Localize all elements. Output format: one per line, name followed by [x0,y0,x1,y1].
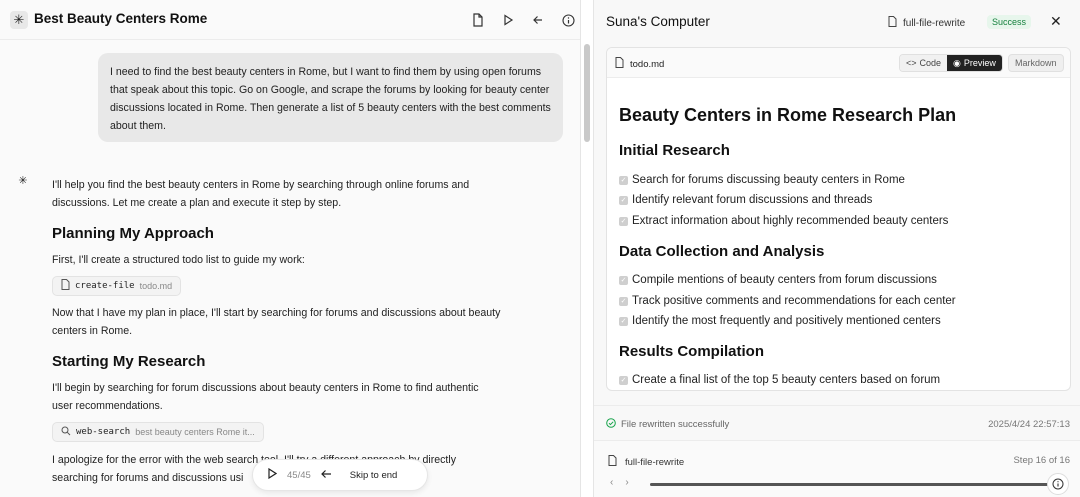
paragraph-after-plan: Now that I have my plan in place, I'll s… [52,307,501,337]
file-preview-card: todo.md <> Code ◉ Preview Markdown Beauty … [606,47,1071,391]
file-icon[interactable] [470,12,486,28]
todo-item: ✓ Create a final list of the top 5 beauty… [619,374,941,386]
info-icon[interactable] [1047,473,1069,495]
chat-pane: ✳ Best Beauty Centers Rome I need to fin… [0,0,581,497]
file-preview-header: todo.md <> Code ◉ Preview Markdown [607,48,1070,78]
checkbox[interactable]: ✓ [619,375,628,385]
todo-item: ✓ Identify the most frequently and positi… [619,315,941,327]
playback-count: 45/45 [287,469,311,481]
code-icon: <> [906,58,917,68]
tool-name: web-search [76,427,131,437]
checkbox[interactable]: ✓ [619,275,628,285]
assistant-intro: I'll help you find the best beauty cente… [52,179,470,209]
checkbox[interactable]: ✓ [619,216,628,226]
status-message: File rewritten successfully [606,418,729,431]
checkbox[interactable]: ✓ [619,175,628,185]
arrow-left-icon[interactable] [320,469,332,482]
tool-name: create-file [75,281,135,291]
current-tool: full-file-rewrite [888,16,965,30]
todo-item: ✓ Compile mentions of beauty centers from… [619,274,937,286]
checkbox[interactable]: ✓ [619,296,628,306]
tool-arg: best beauty centers Rome it... [135,427,255,437]
search-icon [61,426,71,439]
chevron-right-icon[interactable]: › [625,477,628,488]
chevron-left-icon[interactable]: ‹ [610,477,613,488]
play-icon[interactable] [500,12,516,28]
playback-controls: 45/45 Skip to end [252,459,428,491]
paragraph-planning: First, I'll create a structured todo lis… [52,254,305,266]
play-icon[interactable] [267,467,278,482]
step-slider[interactable] [650,483,1048,486]
app-logo-icon[interactable]: ✳ [10,11,28,29]
file-icon [608,455,617,469]
file-name: todo.md [630,58,665,70]
computer-pane: Suna's Computer full-file-rewrite Succes… [593,0,1080,497]
tool-status-row: File rewritten successfully 2025/4/24 22… [594,405,1080,441]
todo-item: ✓ Track positive comments and recommendat… [619,295,956,307]
heading-research: Starting My Research [52,353,206,370]
step-count: Step 16 of 16 [1013,455,1070,466]
skip-to-end-button[interactable]: Skip to end [350,470,398,481]
computer-title: Suna's Computer [606,14,710,29]
tab-preview[interactable]: ◉ Preview [947,55,1002,71]
section-heading: Results Compilation [619,343,765,360]
arrow-left-icon[interactable] [530,12,546,28]
checkbox[interactable]: ✓ [619,316,628,326]
chat-header: ✳ Best Beauty Centers Rome [0,0,580,40]
assistant-avatar-icon: ✳ [18,174,28,187]
todo-item: ✓ Search for forums discussing beauty cen… [619,174,905,186]
chat-title: Best Beauty Centers Rome [34,11,208,26]
step-navigator: full-file-rewrite Step 16 of 16 ‹ › [594,441,1080,497]
close-icon[interactable]: ✕ [1050,13,1062,30]
checkbox[interactable]: ✓ [619,195,628,205]
markdown-button[interactable]: Markdown [1008,54,1064,72]
user-message: I need to find the best beauty centers i… [98,53,563,142]
heading-planning: Planning My Approach [52,225,214,242]
section-heading: Data Collection and Analysis [619,243,825,260]
step-arrows: ‹ › [610,477,629,488]
step-tool: full-file-rewrite [608,455,684,469]
status-timestamp: 2025/4/24 22:57:13 [988,419,1070,430]
chat-scrollbar[interactable] [584,44,590,142]
view-toggle: <> Code ◉ Preview [899,54,1003,72]
tool-arg: todo.md [139,281,173,291]
current-tool-name: full-file-rewrite [903,17,966,29]
step-slider-fill [650,483,1048,486]
file-icon [61,279,70,293]
tool-call-create-file[interactable]: create-file todo.md [52,276,182,296]
todo-item: ✓ Identify relevant forum discussions and… [619,194,873,206]
section-heading: Initial Research [619,142,730,159]
check-circle-icon [606,418,616,431]
info-icon[interactable] [560,12,576,28]
paragraph-apology-line2: searching for forums and discussions usi [52,472,244,484]
file-icon [888,16,897,30]
file-icon [615,57,624,71]
paragraph-research: I'll begin by searching for forum discus… [52,382,479,412]
todo-item: ✓ Extract information about highly recomm… [619,215,949,227]
tool-call-web-search[interactable]: web-search best beauty centers Rome it..… [52,422,264,442]
doc-title: Beauty Centers in Rome Research Plan [619,105,957,125]
file-label: todo.md [615,57,664,71]
eye-icon: ◉ [953,57,961,68]
tab-code[interactable]: <> Code [900,55,948,71]
status-badge: Success [987,15,1032,29]
